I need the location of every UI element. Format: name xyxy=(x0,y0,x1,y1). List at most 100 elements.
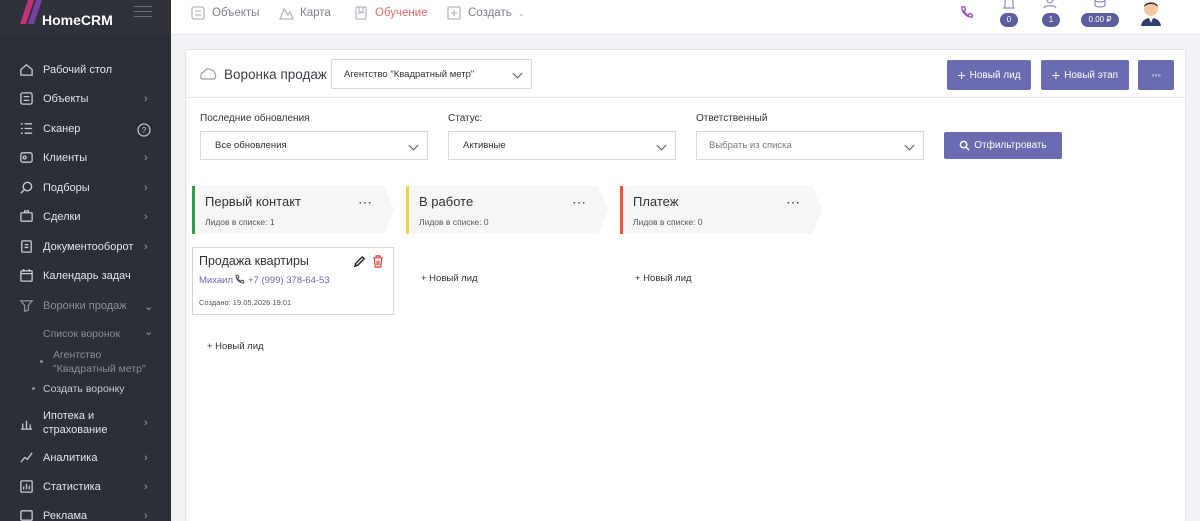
calendar-icon xyxy=(20,268,33,282)
add-lead-link[interactable]: + Новый лид xyxy=(635,273,692,284)
chevron-down-icon xyxy=(656,140,667,150)
sidebar-item-label: Объекты xyxy=(43,93,89,105)
stage-arrow-tip xyxy=(598,186,608,234)
sidebar-item-objects[interactable]: Объекты › xyxy=(0,85,171,113)
topbar: Объекты Карта Обучение Создать ⌄ 0 1 0.0… xyxy=(171,0,1200,35)
notifications-icon[interactable] xyxy=(1001,0,1017,10)
plus-square-icon xyxy=(447,6,461,20)
updates-select-value: Все обновления xyxy=(215,140,287,151)
phone-icon xyxy=(235,274,245,284)
notifications-badge[interactable]: 0 xyxy=(1000,13,1018,27)
balance-badge[interactable]: 0.00 ₽ xyxy=(1081,13,1119,27)
chevron-down-icon: ⌄ xyxy=(144,326,154,338)
mortgage-icon xyxy=(20,420,33,430)
chevron-right-icon: › xyxy=(144,452,148,464)
sidebar-item-ads[interactable]: Реклама › xyxy=(0,502,171,521)
sidebar-sub-funnel-list[interactable]: Список воронок xyxy=(43,328,120,340)
users-badge[interactable]: 1 xyxy=(1042,13,1060,27)
sidebar-item-documents[interactable]: Документооборот › xyxy=(0,233,171,261)
sidebar-item-scanner[interactable]: Сканер ? xyxy=(0,115,171,143)
stage-menu-icon[interactable]: ⋯ xyxy=(786,194,801,211)
stage-lead-count: Лидов в списке: 0 xyxy=(633,217,703,227)
status-select[interactable]: Активные xyxy=(448,131,676,160)
stage-menu-icon[interactable]: ⋯ xyxy=(572,194,587,211)
stage-column-header[interactable]: Платеж Лидов в списке: 0 ⋯ xyxy=(620,186,822,234)
filter-button[interactable]: Отфильтровать xyxy=(944,132,1062,159)
sidebar-item-calendar[interactable]: Календарь задач xyxy=(0,262,171,290)
topnav-objects[interactable]: Объекты xyxy=(190,5,259,21)
chevron-right-icon: › xyxy=(144,211,148,223)
stage-name: Первый контакт xyxy=(205,194,301,209)
sidebar-item-label: Реклама xyxy=(43,510,88,521)
sidebar-item-funnels[interactable]: Воронки продаж ⌄ xyxy=(0,292,171,320)
sidebar-item-label: Документооборот xyxy=(43,241,134,253)
status-filter-label: Статус: xyxy=(448,113,483,124)
topnav-map[interactable]: Карта xyxy=(278,5,331,21)
add-lead-link[interactable]: + Новый лид xyxy=(421,273,478,284)
lead-contact-link[interactable]: Михаил xyxy=(199,275,233,286)
scanner-icon xyxy=(20,123,33,134)
chevron-right-icon: › xyxy=(144,93,148,105)
stage-arrow-tip xyxy=(384,186,394,234)
sidebar-item-label: Сканер xyxy=(43,123,81,135)
edit-icon[interactable] xyxy=(353,255,366,268)
sidebar-item-statistics[interactable]: Статистика › xyxy=(0,473,171,501)
sidebar-item-label: Сделки xyxy=(43,211,81,223)
documents-icon xyxy=(21,240,32,253)
responsible-select[interactable]: Выбрать из списка xyxy=(696,131,924,160)
funnel-select[interactable]: Агентство "Квадратный метр" xyxy=(331,59,532,89)
stage-color-bar xyxy=(406,186,409,234)
sidebar-item-mortgage[interactable]: Ипотека и страхование › xyxy=(0,408,171,438)
analytics-icon xyxy=(20,452,33,463)
chevron-right-icon: › xyxy=(144,510,148,521)
new-stage-button[interactable]: + Новый этап xyxy=(1041,60,1129,90)
new-lead-button-label: Новый лид xyxy=(969,69,1021,81)
help-icon[interactable]: ? xyxy=(137,123,151,137)
chevron-right-icon: › xyxy=(144,481,148,493)
clients-icon xyxy=(20,152,33,163)
sidebar-item-label: Ипотека и xyxy=(43,410,95,422)
chevron-down-icon xyxy=(904,140,915,150)
sidebar-sub-agency-line1: Агентство xyxy=(53,349,102,361)
delete-icon[interactable] xyxy=(372,255,384,268)
stage-column-header[interactable]: Первый контакт Лидов в списке: 1 ⋯ xyxy=(192,186,394,234)
avatar[interactable] xyxy=(1137,0,1165,26)
filter-button-label: Отфильтровать xyxy=(974,140,1047,151)
sidebar-item-label: Рабочий стол xyxy=(43,64,113,76)
wallet-icon[interactable] xyxy=(1092,0,1108,10)
phone-icon[interactable] xyxy=(959,5,974,20)
sidebar-item-deals[interactable]: Сделки › xyxy=(0,203,171,231)
users-icon[interactable] xyxy=(1042,0,1058,10)
stage-color-bar xyxy=(620,186,623,234)
topnav-create[interactable]: Создать ⌄ xyxy=(446,5,525,21)
new-lead-button[interactable]: + Новый лид xyxy=(947,60,1031,90)
updates-filter-label: Последние обновления xyxy=(200,113,310,124)
topnav-training[interactable]: Обучение xyxy=(353,5,428,21)
map-icon xyxy=(279,7,294,20)
sidebar-item-dashboard[interactable]: Рабочий стол xyxy=(0,56,171,84)
logo-text: HomeCRM xyxy=(42,12,113,28)
topnav-objects-label: Объекты xyxy=(212,7,260,19)
training-icon xyxy=(355,6,367,20)
stage-column-header[interactable]: В работе Лидов в списке: 0 ⋯ xyxy=(406,186,608,234)
funnel-icon xyxy=(200,68,217,80)
plus-icon: + xyxy=(1051,67,1061,83)
menu-toggle-icon[interactable] xyxy=(134,6,152,20)
stage-name: Платеж xyxy=(633,194,679,209)
sidebar-item-label: Воронки продаж xyxy=(43,300,127,312)
lead-card[interactable]: Продажа квартиры Михаил +7 (999) 378-64-… xyxy=(192,247,394,315)
topnav-create-label: Создать xyxy=(468,7,512,19)
sidebar-item-label: Аналитика xyxy=(43,452,98,464)
sidebar-sub-create-funnel[interactable]: Создать воронку xyxy=(43,383,125,395)
more-options-button[interactable]: ◦◦◦ xyxy=(1138,60,1174,90)
updates-select[interactable]: Все обновления xyxy=(200,131,428,160)
funnel-icon xyxy=(19,300,34,312)
sidebar-item-analytics[interactable]: Аналитика › xyxy=(0,444,171,472)
stage-color-bar xyxy=(192,186,195,234)
sidebar-item-clients[interactable]: Клиенты › xyxy=(0,144,171,172)
lead-phone-link[interactable]: +7 (999) 378-64-53 xyxy=(248,275,330,286)
add-lead-link[interactable]: + Новый лид xyxy=(207,341,264,352)
lead-created-date: Создано: 19.05.2026 19:01 xyxy=(199,298,292,307)
stage-menu-icon[interactable]: ⋯ xyxy=(358,194,373,211)
sidebar-item-selections[interactable]: Подборы › xyxy=(0,174,171,202)
